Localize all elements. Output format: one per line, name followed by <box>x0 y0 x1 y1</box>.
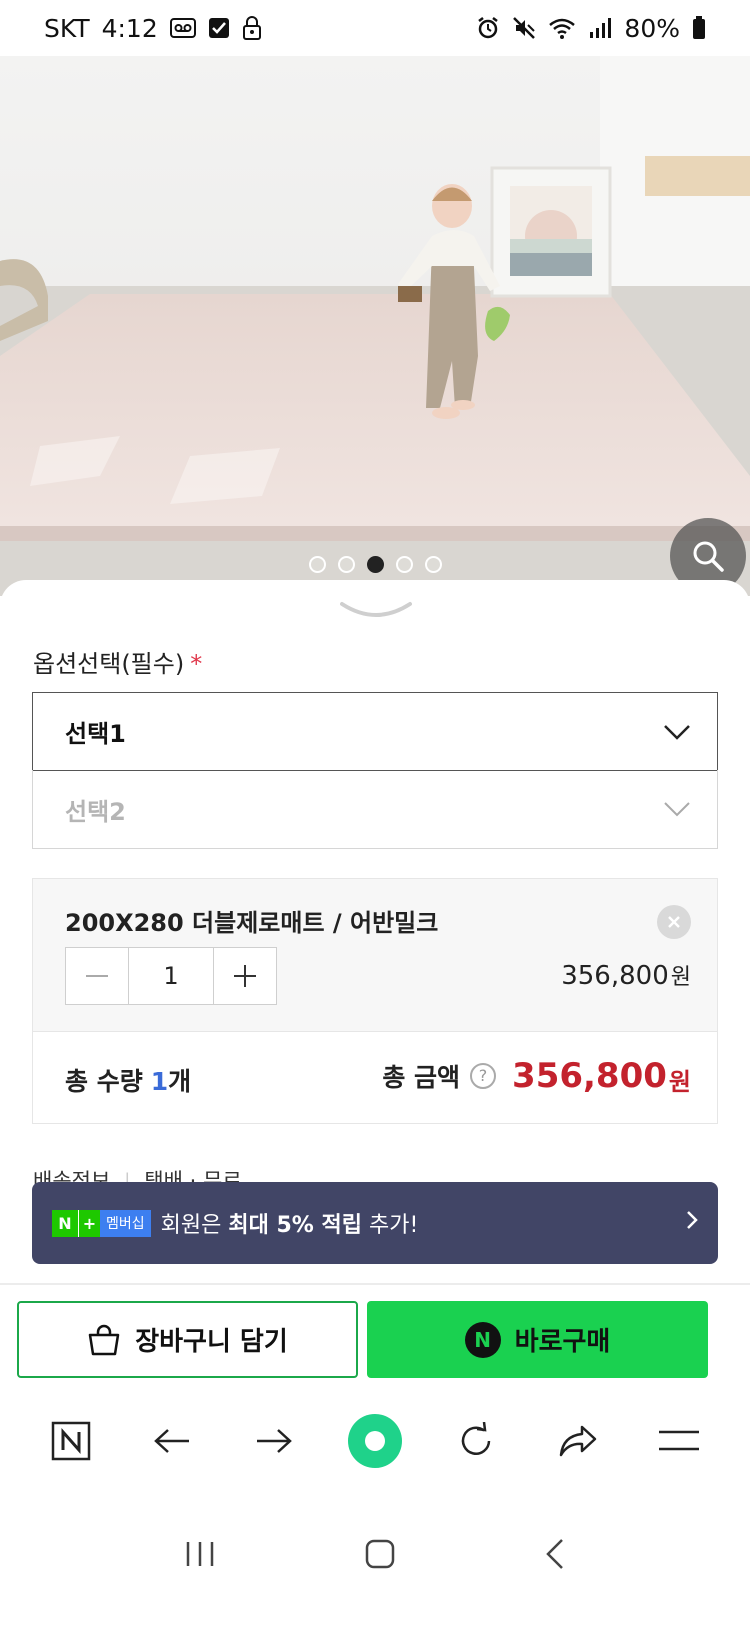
lock-icon <box>242 16 262 40</box>
system-back-button[interactable] <box>545 1538 565 1574</box>
arrow-left-icon <box>154 1429 190 1453</box>
share-icon <box>559 1425 597 1457</box>
chevron-down-icon <box>664 802 690 817</box>
status-right: 80% <box>476 14 706 43</box>
item-price: 356,800원 <box>561 959 691 991</box>
gallery-dot[interactable] <box>424 556 442 573</box>
clock: 4:12 <box>101 13 158 43</box>
total-amount-label: 총 금액 <box>382 1062 461 1092</box>
gallery-dot[interactable] <box>395 556 413 573</box>
status-bar: SKT 4:12 80% <box>0 0 750 56</box>
mute-icon <box>512 16 536 40</box>
option-select-1[interactable]: 선택1 <box>32 692 718 771</box>
system-navigation-bar <box>0 1486 750 1625</box>
battery-icon <box>692 16 706 40</box>
total-quantity: 총 수량 1개 <box>65 1062 191 1098</box>
option-select-1-label: 선택1 <box>65 720 126 748</box>
naver-plus-badge: N + 멤버십 <box>52 1209 151 1237</box>
total-summary: 총 수량 1개 총 금액 ? 356,800 원 <box>32 1031 718 1124</box>
forward-button[interactable] <box>242 1409 306 1473</box>
decrease-quantity-button[interactable] <box>66 948 128 1004</box>
wifi-icon <box>548 16 576 40</box>
battery-percent: 80% <box>624 13 680 43</box>
membership-banner[interactable]: N + 멤버십 회원은 최대 5% 적립 추가! <box>32 1182 718 1264</box>
product-photo <box>0 56 750 596</box>
badge-membership: 멤버십 <box>100 1209 151 1237</box>
naver-home-button[interactable] <box>39 1409 103 1473</box>
close-icon <box>668 916 680 928</box>
alarm-icon <box>476 16 500 40</box>
recent-apps-button[interactable] <box>185 1540 215 1572</box>
gallery-dot[interactable] <box>308 556 326 573</box>
total-quantity-unit: 개 <box>168 1067 192 1096</box>
checkbox-notification-icon <box>208 17 230 39</box>
banner-text: 회원은 최대 5% 적립 추가! <box>161 1207 419 1239</box>
required-mark: * <box>190 650 203 678</box>
plus-icon <box>234 965 256 987</box>
refresh-icon <box>462 1422 491 1455</box>
arrow-right-icon <box>256 1429 292 1453</box>
back-button[interactable] <box>140 1409 204 1473</box>
buy-now-button[interactable]: N 바로구매 <box>367 1301 708 1378</box>
quantity-input[interactable]: 1 <box>128 948 214 1004</box>
status-left: SKT 4:12 <box>44 14 262 43</box>
total-quantity-label: 총 수량 <box>65 1067 143 1096</box>
increase-quantity-button[interactable] <box>214 948 276 1004</box>
option-title: 옵션선택(필수) * <box>33 644 202 679</box>
home-button[interactable] <box>365 1539 395 1573</box>
item-price-unit: 원 <box>670 965 691 990</box>
shopping-bag-icon <box>88 1324 120 1355</box>
selected-item-card: 200X280 더블제로매트 / 어반밀크 1 356,800원 <box>32 878 718 1031</box>
banner-text-bold: 최대 5% 적립 <box>228 1213 362 1238</box>
total-amount-unit: 원 <box>668 1068 691 1096</box>
share-button[interactable] <box>546 1409 610 1473</box>
browser-toolbar <box>0 1396 750 1486</box>
banner-text-prefix: 회원은 <box>160 1213 229 1238</box>
menu-button[interactable] <box>647 1409 711 1473</box>
add-to-cart-label: 장바구니 담기 <box>135 1327 288 1357</box>
voicemail-icon <box>169 17 196 39</box>
green-dot-button[interactable] <box>343 1409 407 1473</box>
chevron-down-icon <box>340 602 412 617</box>
recent-apps-icon <box>186 1541 214 1566</box>
product-image-gallery[interactable] <box>0 56 750 596</box>
total-amount-value: 356,800 <box>512 1055 667 1096</box>
chevron-right-icon <box>686 1210 698 1236</box>
item-price-value: 356,800 <box>561 961 669 991</box>
chevron-down-icon <box>664 724 690 740</box>
total-quantity-value: 1 <box>150 1067 169 1096</box>
quantity-stepper: 1 <box>65 947 277 1005</box>
divider <box>0 1283 750 1285</box>
banner-text-suffix: 추가! <box>362 1213 419 1238</box>
hamburger-icon <box>659 1430 700 1451</box>
option-select-2-label: 선택2 <box>65 797 126 826</box>
remove-item-button[interactable] <box>657 905 691 939</box>
refresh-button[interactable] <box>444 1409 508 1473</box>
gallery-dot[interactable] <box>337 556 355 573</box>
help-icon[interactable]: ? <box>470 1062 497 1089</box>
naver-home-icon <box>51 1421 90 1461</box>
naver-pay-icon: N <box>464 1321 501 1358</box>
gallery-dot-active[interactable] <box>366 556 384 573</box>
badge-n: N <box>52 1209 78 1237</box>
chevron-left-icon <box>546 1538 563 1569</box>
magnifier-icon <box>693 541 724 572</box>
option-title-text: 옵션선택(필수) <box>33 650 185 678</box>
carrier-label: SKT <box>44 13 90 43</box>
gallery-pagination <box>0 556 750 573</box>
collapse-handle[interactable] <box>340 600 412 630</box>
buy-now-label: 바로구매 <box>514 1327 611 1357</box>
add-to-cart-button[interactable]: 장바구니 담기 <box>17 1301 358 1378</box>
selected-item-name: 200X280 더블제로매트 / 어반밀크 <box>65 909 439 937</box>
option-select-2[interactable]: 선택2 <box>32 770 718 849</box>
total-amount: 총 금액 ? 356,800 원 <box>382 1054 691 1097</box>
green-dot-icon <box>347 1414 402 1468</box>
signal-icon <box>588 17 612 39</box>
badge-plus: + <box>78 1209 100 1237</box>
minus-icon <box>86 975 108 977</box>
home-icon <box>365 1539 395 1568</box>
